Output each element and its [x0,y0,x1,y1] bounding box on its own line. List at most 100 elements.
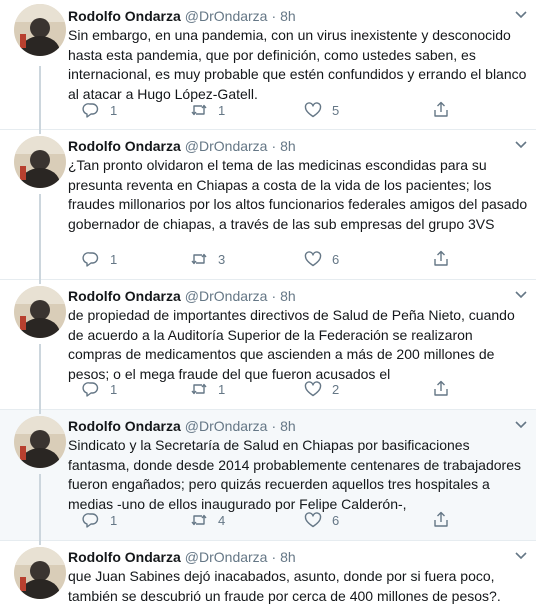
like-icon [304,512,322,528]
tweet-time[interactable]: 8h [280,418,296,434]
tweet[interactable]: Rodolfo Ondarza @DrOndarza · 8h que Juan… [0,541,536,607]
share-icon [434,101,448,117]
reply-count: 1 [110,512,118,528]
avatar[interactable] [14,416,66,468]
separator-dot: · [271,288,277,304]
author-handle[interactable]: @DrOndarza [185,288,268,304]
author-name[interactable]: Rodolfo Ondarza [68,288,181,304]
share-icon [434,380,448,396]
thread-line [39,194,41,280]
tweet[interactable]: Rodolfo Ondarza @DrOndarza · 8h Sin emba… [0,0,536,130]
tweet-header: Rodolfo Ondarza @DrOndarza · 8h [68,549,296,567]
share-button[interactable] [432,249,450,269]
author-name[interactable]: Rodolfo Ondarza [68,418,181,434]
retweet-button[interactable]: 1 [190,100,225,120]
like-button[interactable]: 2 [304,379,339,399]
tweet-actions: 1 3 6 [68,249,528,269]
retweet-icon [191,104,207,116]
tweet-text: que Juan Sabines dejó inacabados, asunto… [68,568,501,604]
separator-dot: · [271,138,277,154]
share-button[interactable] [432,510,450,530]
like-icon [304,251,322,267]
tweet-text: Sin embargo, en una pandemia, con un vir… [68,27,527,102]
like-count: 2 [332,381,340,397]
like-button[interactable]: 5 [304,100,339,120]
tweet-actions: 1 4 6 [68,510,528,530]
tweet-actions: 1 1 2 [68,379,528,399]
caret-down-icon[interactable] [514,420,528,430]
retweet-button[interactable]: 4 [190,510,225,530]
reply-icon [82,382,99,397]
reply-count: 1 [110,381,118,397]
tweet-text: Sindicato y la Secretaría de Salud en Ch… [68,437,521,512]
tweet[interactable]: Rodolfo Ondarza @DrOndarza · 8h Sindicat… [0,410,536,541]
tweet-time[interactable]: 8h [280,549,296,565]
caret-down-icon[interactable] [514,140,528,150]
reply-icon [82,513,99,528]
reply-icon [82,252,99,267]
thread-line [39,66,41,130]
reply-button[interactable]: 1 [82,379,117,399]
tweet-header: Rodolfo Ondarza @DrOndarza · 8h [68,288,296,306]
tweet-text: ¿Tan pronto olvidaron el tema de las med… [68,157,528,232]
author-handle[interactable]: @DrOndarza [185,549,268,565]
reply-count: 1 [110,251,118,267]
share-icon [434,250,448,266]
tweet-header: Rodolfo Ondarza @DrOndarza · 8h [68,418,296,436]
separator-dot: · [271,418,277,434]
thread-line [39,280,41,284]
retweet-button[interactable]: 1 [190,379,225,399]
thread-line [39,541,41,545]
like-count: 6 [332,251,340,267]
tweet-time[interactable]: 8h [280,288,296,304]
reply-button[interactable]: 1 [82,100,117,120]
tweet[interactable]: Rodolfo Ondarza @DrOndarza · 8h de propi… [0,280,536,410]
avatar[interactable] [14,547,66,599]
author-name[interactable]: Rodolfo Ondarza [68,138,181,154]
author-name[interactable]: Rodolfo Ondarza [68,549,181,565]
separator-dot: · [271,549,277,565]
like-icon [304,102,322,118]
tweet-thread: Rodolfo Ondarza @DrOndarza · 8h Sin emba… [0,0,536,607]
share-button[interactable] [432,379,450,399]
author-name[interactable]: Rodolfo Ondarza [68,8,181,24]
reply-button[interactable]: 1 [82,249,117,269]
retweet-button[interactable]: 3 [190,249,225,269]
retweet-icon [191,514,207,526]
avatar[interactable] [14,4,66,56]
avatar[interactable] [14,136,66,188]
reply-count: 1 [110,102,118,118]
retweet-icon [191,253,207,265]
like-count: 6 [332,512,340,528]
caret-down-icon[interactable] [514,551,528,561]
author-handle[interactable]: @DrOndarza [185,8,268,24]
tweet-time[interactable]: 8h [280,8,296,24]
retweet-count: 1 [218,381,226,397]
tweet-time[interactable]: 8h [280,138,296,154]
share-button[interactable] [432,100,450,120]
reply-button[interactable]: 1 [82,510,117,530]
share-icon [434,511,448,527]
retweet-count: 1 [218,102,226,118]
reply-icon [82,103,99,118]
thread-line [39,344,41,410]
tweet[interactable]: Rodolfo Ondarza @DrOndarza · 8h ¿Tan pro… [0,130,536,280]
caret-down-icon[interactable] [514,290,528,300]
like-button[interactable]: 6 [304,510,339,530]
like-button[interactable]: 6 [304,249,339,269]
thread-line [39,410,41,414]
author-handle[interactable]: @DrOndarza [185,418,268,434]
separator-dot: · [271,8,277,24]
retweet-icon [191,383,207,395]
like-count: 5 [332,102,340,118]
like-icon [304,381,322,397]
tweet-actions: 1 1 5 [68,100,528,120]
caret-down-icon[interactable] [514,10,528,20]
tweet-header: Rodolfo Ondarza @DrOndarza · 8h [68,8,296,26]
avatar[interactable] [14,286,66,338]
tweet-text: de propiedad de importantes directivos d… [68,307,515,382]
thread-line [39,474,41,541]
thread-line [39,130,41,134]
author-handle[interactable]: @DrOndarza [185,138,268,154]
tweet-header: Rodolfo Ondarza @DrOndarza · 8h [68,138,296,156]
